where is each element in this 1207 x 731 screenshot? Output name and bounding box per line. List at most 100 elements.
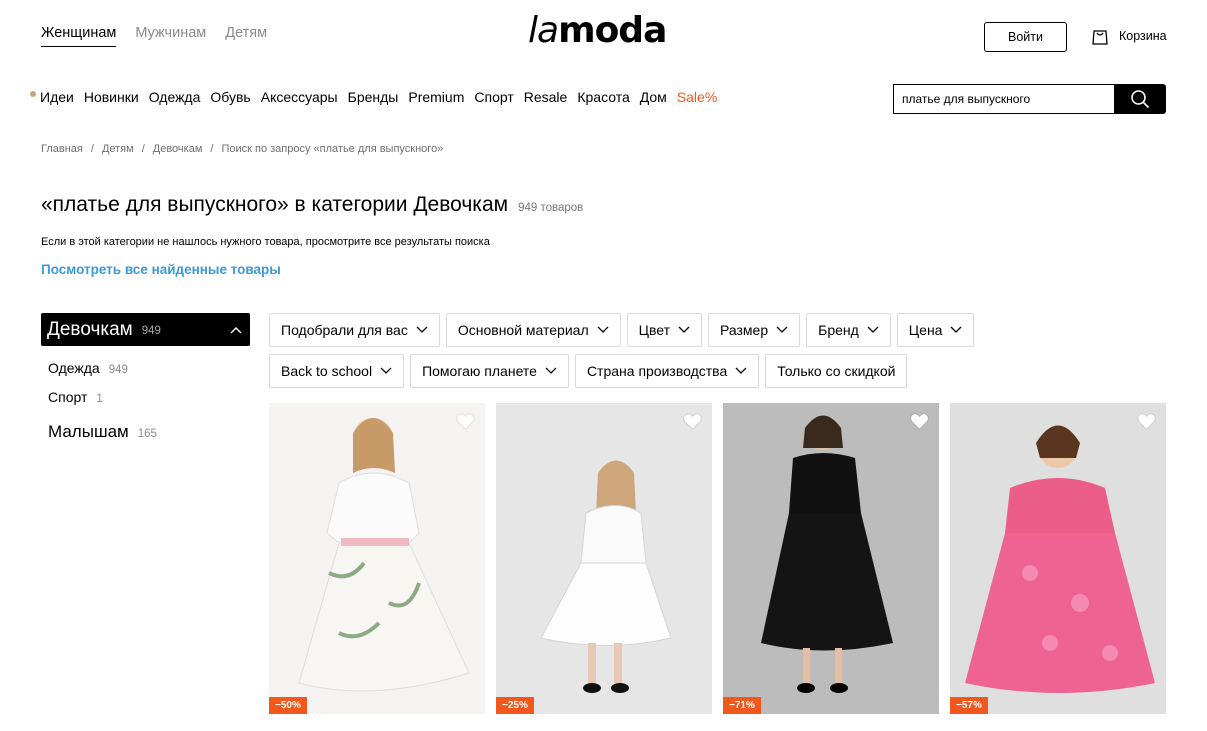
search-bar [893, 84, 1166, 114]
chevron-down-icon [867, 326, 879, 333]
chevron-up-icon [230, 326, 242, 333]
cart-label: Корзина [1119, 29, 1167, 43]
chevron-down-icon [597, 326, 609, 333]
product-image [761, 415, 893, 693]
filter-label: Только со скидкой [777, 363, 896, 379]
breadcrumb-separator: / [210, 143, 214, 155]
filter-material[interactable]: Основной материал [445, 313, 621, 347]
login-button[interactable]: Войти [984, 22, 1067, 52]
filter-recommended[interactable]: Подобрали для вас [269, 313, 440, 347]
discount-badge: −25% [496, 697, 534, 714]
nav-men[interactable]: Мужчинам [135, 25, 206, 47]
filter-size[interactable]: Размер [708, 313, 801, 347]
heart-icon[interactable] [909, 412, 930, 431]
sidebar-item-count: 165 [137, 428, 157, 440]
cat-sale[interactable]: Sale% [677, 89, 717, 105]
logo[interactable]: lamoda [528, 10, 667, 51]
product-card[interactable]: −71% [723, 403, 939, 714]
heart-icon[interactable] [455, 412, 476, 431]
cat-home[interactable]: Дом [640, 89, 667, 105]
breadcrumb-separator: / [90, 143, 94, 155]
chevron-down-icon [776, 326, 788, 333]
sidebar-item-count: 949 [141, 325, 161, 337]
sidebar-item-sport[interactable]: Спорт 1 [48, 389, 250, 405]
cat-beauty[interactable]: Красота [577, 89, 629, 105]
result-count: 949 товаров [518, 202, 584, 214]
cat-ideas[interactable]: Идеи [40, 89, 74, 105]
category-menu: Идеи Новинки Одежда Обувь Аксессуары Бре… [30, 89, 727, 105]
page-title-block: «платье для выпускного» в категории Дево… [41, 193, 583, 217]
filter-label: Back to school [281, 363, 373, 379]
product-card[interactable]: −50% [269, 403, 485, 714]
filter-label: Помогаю планете [422, 363, 537, 379]
chevron-down-icon [951, 326, 962, 333]
filter-country[interactable]: Страна производства [574, 354, 760, 388]
bag-icon [1092, 30, 1108, 45]
discount-badge: −71% [723, 697, 761, 714]
chevron-down-icon [545, 367, 557, 374]
product-image [540, 460, 672, 693]
search-input[interactable] [893, 84, 1114, 114]
chevron-down-icon [416, 326, 428, 333]
nav-women[interactable]: Женщинам [41, 25, 117, 47]
filter-label: Размер [720, 322, 769, 338]
nav-kids[interactable]: Детям [225, 25, 267, 47]
breadcrumb: Главная / Детям / Девочкам / Поиск по за… [41, 143, 443, 155]
filter-bar: Подобрали для вас Основной материал Цвет… [269, 313, 1169, 395]
cat-new[interactable]: Новинки [84, 89, 139, 105]
product-image [298, 418, 470, 692]
product-card[interactable]: −57% [950, 403, 1166, 714]
sidebar-item-babies[interactable]: Малышам 165 [48, 422, 250, 442]
filter-back-to-school[interactable]: Back to school [269, 354, 405, 388]
top-nav: Женщинам Мужчинам Детям [41, 25, 267, 47]
sidebar-item-label: Спорт [48, 389, 88, 405]
cat-shoes[interactable]: Обувь [210, 89, 250, 105]
filter-color[interactable]: Цвет [626, 313, 702, 347]
sidebar-item-count: 949 [108, 364, 128, 376]
cart-button[interactable]: Корзина [1090, 26, 1167, 46]
heart-icon[interactable] [682, 412, 703, 431]
product-card[interactable]: −25% [496, 403, 712, 714]
cat-sport[interactable]: Спорт [474, 89, 513, 105]
filter-price[interactable]: Цена [896, 313, 975, 347]
filter-label: Цена [908, 322, 943, 338]
sidebar-item-count: 1 [96, 393, 103, 405]
sidebar-item-label: Девочкам [47, 318, 133, 340]
filter-label: Бренд [818, 322, 859, 338]
filter-discount-only[interactable]: Только со скидкой [765, 354, 908, 388]
sidebar-item-girls[interactable]: Девочкам 949 [41, 313, 250, 346]
see-all-results-link[interactable]: Посмотреть все найденные товары [41, 262, 281, 277]
chevron-down-icon [678, 326, 690, 333]
breadcrumb-girls[interactable]: Девочкам [153, 143, 203, 155]
cat-premium[interactable]: Premium [408, 89, 464, 105]
category-sidebar: Девочкам 949 Одежда 949 Спорт 1 Малышам … [41, 313, 250, 442]
sidebar-item-label: Одежда [48, 360, 100, 376]
heart-icon[interactable] [1136, 412, 1157, 431]
cat-clothes[interactable]: Одежда [149, 89, 201, 105]
filter-label: Основной материал [457, 322, 589, 338]
breadcrumb-search: Поиск по запросу «платье для выпускного» [221, 143, 444, 155]
discount-badge: −57% [950, 697, 988, 714]
cat-resale[interactable]: Resale [524, 89, 568, 105]
filter-row: Back to school Помогаю планете Страна пр… [269, 354, 1169, 388]
search-button[interactable] [1114, 84, 1166, 114]
page-title: «платье для выпускного» в категории Дево… [41, 193, 509, 216]
sidebar-item-clothes[interactable]: Одежда 949 [48, 360, 250, 376]
sidebar-item-label: Малышам [48, 422, 129, 441]
breadcrumb-home[interactable]: Главная [41, 143, 83, 155]
discount-badge: −50% [269, 697, 307, 714]
ideas-dot-icon [30, 91, 36, 97]
chevron-down-icon [380, 367, 392, 374]
breadcrumb-kids[interactable]: Детям [102, 143, 134, 155]
search-hint: Если в этой категории не нашлось нужного… [41, 236, 490, 248]
filter-label: Цвет [638, 322, 670, 338]
search-icon [1131, 90, 1150, 109]
product-image [965, 425, 1155, 693]
cat-accessories[interactable]: Аксессуары [261, 89, 338, 105]
filter-eco[interactable]: Помогаю планете [410, 354, 569, 388]
cat-brands[interactable]: Бренды [348, 89, 399, 105]
filter-brand[interactable]: Бренд [806, 313, 891, 347]
filter-row: Подобрали для вас Основной материал Цвет… [269, 313, 1169, 347]
breadcrumb-separator: / [141, 143, 145, 155]
filter-label: Подобрали для вас [281, 322, 408, 338]
